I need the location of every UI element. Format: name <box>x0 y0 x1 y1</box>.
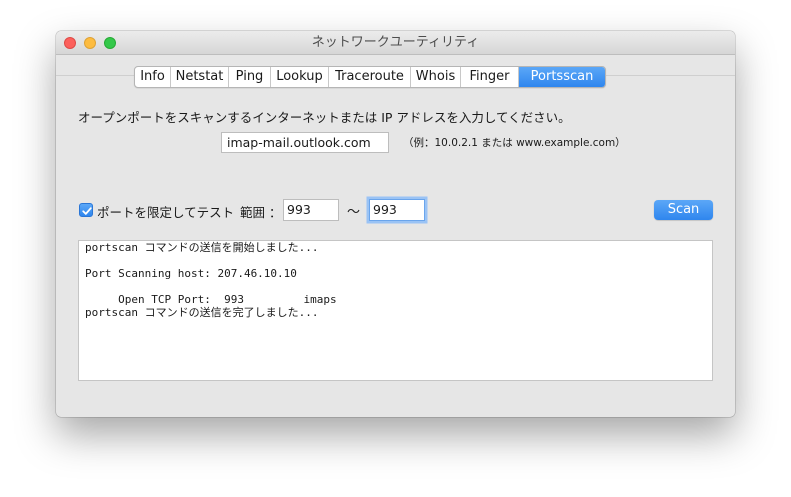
tab-whois[interactable]: Whois <box>411 67 461 87</box>
port-from-input[interactable]: 993 <box>283 199 339 221</box>
limit-ports-checkbox[interactable] <box>79 203 93 217</box>
scan-output-area[interactable]: portscan コマンドの送信を開始しました... Port Scanning … <box>78 240 713 381</box>
tab-bar: Info Netstat Ping Lookup Traceroute Whois Fing… <box>134 66 606 88</box>
tab-portsscan[interactable]: Portsscan <box>519 67 605 87</box>
instruction-text: オープンポートをスキャンするインターネットまたは IP アドレスを入力してくださ… <box>78 110 571 125</box>
network-utility-window: ネットワークユーティリティ Info Netstat Ping Lookup Trace… <box>56 31 735 417</box>
title-bar[interactable]: ネットワークユーティリティ <box>56 31 735 55</box>
output-line: Port Scanning host: 207.46.10.10 <box>85 267 297 280</box>
window-title: ネットワークユーティリティ <box>311 35 480 50</box>
scan-button[interactable]: Scan <box>654 200 713 220</box>
tab-finger[interactable]: Finger <box>461 67 519 87</box>
range-label: 範囲 ： <box>240 205 282 220</box>
output-line: portscan コマンドの送信を開始しました... <box>85 241 319 254</box>
example-hint: （例：10.0.2.1 または www.example.com） <box>403 137 626 149</box>
host-address-input[interactable]: imap-mail.outlook.com <box>221 132 389 153</box>
tab-netstat[interactable]: Netstat <box>171 67 229 87</box>
tab-info[interactable]: Info <box>135 67 171 87</box>
checkmark-icon <box>82 207 92 215</box>
output-line: portscan コマンドの送信を完了しました... <box>85 306 319 319</box>
output-line: Open TCP Port: 993 imaps <box>85 293 337 306</box>
port-to-input[interactable]: 993 <box>369 199 425 221</box>
range-separator: 〜 <box>347 205 361 220</box>
limit-ports-label[interactable]: ポートを限定してテスト <box>97 202 234 221</box>
tab-traceroute[interactable]: Traceroute <box>329 67 411 87</box>
tab-ping[interactable]: Ping <box>229 67 271 87</box>
tab-lookup[interactable]: Lookup <box>271 67 329 87</box>
